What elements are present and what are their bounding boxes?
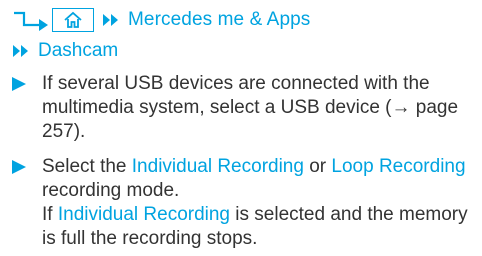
double-chevron-right-icon <box>13 45 28 57</box>
step-text-part: or <box>303 156 332 177</box>
turn-right-arrow-icon <box>14 11 48 31</box>
loop-recording-option[interactable]: Loop Recording <box>331 156 465 177</box>
step-text-part: recording mode. <box>42 180 180 201</box>
step-text-part: Select the <box>42 156 132 177</box>
step-text-part: If several USB devices are connected wit… <box>42 73 430 118</box>
triangle-bullet-icon <box>12 77 26 91</box>
home-button[interactable] <box>52 8 94 32</box>
home-icon <box>64 11 82 28</box>
breadcrumb-mercedes-me-apps[interactable]: Mercedes me & Apps <box>128 9 310 31</box>
step-text-part: If <box>42 204 58 225</box>
breadcrumb-row-2: Dashcam <box>12 38 118 64</box>
step-select-usb-device: If several USB devices are connected wit… <box>12 72 472 144</box>
triangle-bullet-icon <box>12 160 26 174</box>
step-text: Select the Individual Recording or Loop … <box>42 155 472 251</box>
breadcrumb-dashcam[interactable]: Dashcam <box>38 40 118 62</box>
breadcrumb-row-1: Mercedes me & Apps <box>12 6 310 34</box>
step-text: If several USB devices are connected wit… <box>42 72 472 144</box>
double-chevron-right-icon <box>103 14 118 26</box>
step-text-part: ). <box>73 121 86 142</box>
individual-recording-option[interactable]: Individual Recording <box>132 156 304 177</box>
individual-recording-option[interactable]: Individual Recording <box>58 204 230 225</box>
step-select-recording-mode: Select the Individual Recording or Loop … <box>12 155 472 251</box>
